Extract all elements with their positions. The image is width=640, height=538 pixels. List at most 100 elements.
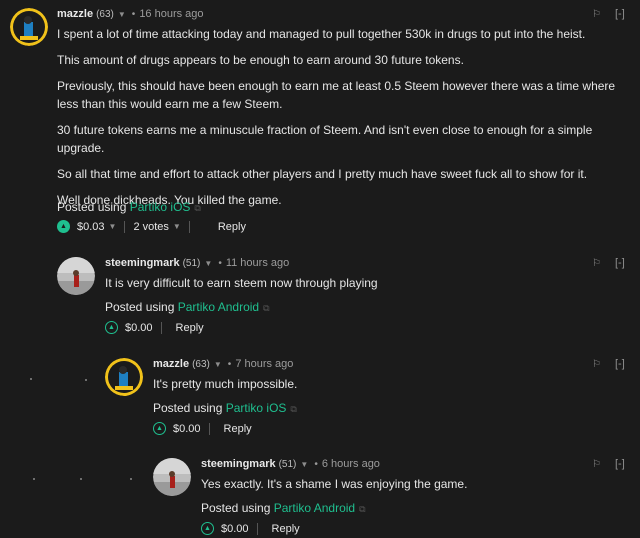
comment-body: It's pretty much impossible. <box>153 375 623 401</box>
reputation: (63) <box>192 358 210 370</box>
external-link-icon: ⧉ <box>263 303 270 313</box>
comment-header: mazzle (63) ▼ • 16 hours ago <box>57 6 204 22</box>
background-dot <box>85 379 87 381</box>
timestamp[interactable]: 16 hours ago <box>139 8 203 20</box>
avatar[interactable] <box>10 8 48 46</box>
comment-body: Yes exactly. It's a shame I was enjoying… <box>201 475 626 501</box>
caret-down-icon[interactable]: ▼ <box>109 222 117 231</box>
comment: mazzle (63) ▼ • 16 hours ago ⚐ [-] I spen… <box>10 6 635 246</box>
comment-footer: ▲ $0.00 Reply <box>105 321 204 334</box>
posted-using: Posted using Partiko iOS ⧉ <box>153 401 297 415</box>
collapse-button[interactable]: [-] <box>615 257 625 269</box>
collapse-button[interactable]: [-] <box>615 458 625 470</box>
divider <box>188 220 190 233</box>
external-link-icon: ⧉ <box>359 504 366 514</box>
comment-tools: ⚐ [-] <box>592 8 625 20</box>
separator-dot: • <box>218 257 222 269</box>
posted-using: Posted using Partiko Android ⧉ <box>201 501 366 515</box>
comment: mazzle (63) ▼ • 7 hours ago ⚐ [-] It's pr… <box>105 356 635 441</box>
comment-header: steemingmark (51) ▼ • 6 hours ago <box>201 456 380 472</box>
app-link[interactable]: Partiko iOS <box>226 401 287 415</box>
comment-paragraph: I spent a lot of time attacking today an… <box>57 27 586 41</box>
author-name[interactable]: steemingmark <box>105 257 180 269</box>
comment-paragraph: Yes exactly. It's a shame I was enjoying… <box>201 477 468 491</box>
comment-tools: ⚐ [-] <box>592 257 625 269</box>
payout-value[interactable]: $0.00 <box>221 523 249 535</box>
comment-paragraph: 30 future tokens earns me a minuscule fr… <box>57 123 593 155</box>
caret-down-icon[interactable]: ▼ <box>118 10 126 19</box>
background-dot <box>130 478 132 480</box>
upvote-icon[interactable]: ▲ <box>153 422 166 435</box>
app-link[interactable]: Partiko Android <box>178 300 259 314</box>
posted-label: Posted using <box>57 200 130 214</box>
caret-down-icon[interactable]: ▼ <box>173 222 181 231</box>
avatar[interactable] <box>105 358 143 396</box>
posted-using: Posted using Partiko Android ⧉ <box>105 300 270 314</box>
comment-thread: mazzle (63) ▼ • 16 hours ago ⚐ [-] I spen… <box>0 0 640 538</box>
timestamp[interactable]: 11 hours ago <box>226 257 289 269</box>
comment-footer: ▲ $0.00 Reply <box>153 422 252 435</box>
upvote-icon[interactable]: ▲ <box>57 220 70 233</box>
comment-paragraph: This amount of drugs appears to be enoug… <box>57 53 464 67</box>
app-link[interactable]: Partiko iOS <box>130 200 191 214</box>
app-link[interactable]: Partiko Android <box>274 501 355 515</box>
caret-down-icon[interactable]: ▼ <box>204 259 212 268</box>
comment-paragraph: It is very difficult to earn steem now t… <box>105 276 378 290</box>
divider <box>208 422 210 435</box>
caret-down-icon[interactable]: ▼ <box>214 360 222 369</box>
comment-paragraph: Previously, this should have been enough… <box>57 79 616 111</box>
separator-dot: • <box>131 8 136 20</box>
reputation: (63) <box>96 8 114 20</box>
comment-body: It is very difficult to earn steem now t… <box>105 274 625 300</box>
comment-paragraph: It's pretty much impossible. <box>153 377 298 391</box>
author-name[interactable]: mazzle <box>153 358 189 370</box>
background-dot <box>30 378 32 380</box>
payout-value[interactable]: $0.03 <box>77 221 105 233</box>
divider <box>124 220 126 233</box>
comment-tools: ⚐ [-] <box>592 358 625 370</box>
reputation: (51) <box>278 458 297 470</box>
flag-icon[interactable]: ⚐ <box>592 459 601 470</box>
votes-count[interactable]: 2 votes <box>133 221 168 233</box>
posted-label: Posted using <box>105 300 178 314</box>
timestamp[interactable]: 6 hours ago <box>322 458 380 470</box>
flag-icon[interactable]: ⚐ <box>592 258 601 269</box>
comment-header: steemingmark (51) ▼ • 11 hours ago <box>105 255 289 271</box>
separator-dot: • <box>227 358 232 370</box>
reputation: (51) <box>182 257 201 269</box>
timestamp[interactable]: 7 hours ago <box>235 358 293 370</box>
reply-button[interactable]: Reply <box>224 423 252 435</box>
external-link-icon: ⧉ <box>290 404 297 414</box>
comment: steemingmark (51) ▼ • 6 hours ago ⚐ [-] Y… <box>153 456 635 538</box>
comment-tools: ⚐ [-] <box>592 458 625 470</box>
reply-button[interactable]: Reply <box>176 322 204 334</box>
payout-value[interactable]: $0.00 <box>173 423 201 435</box>
divider <box>256 522 258 535</box>
avatar[interactable] <box>153 458 191 496</box>
caret-down-icon[interactable]: ▼ <box>300 460 308 469</box>
author-name[interactable]: mazzle <box>57 8 93 20</box>
posted-label: Posted using <box>201 501 274 515</box>
posted-label: Posted using <box>153 401 226 415</box>
background-dot <box>80 478 82 480</box>
upvote-icon[interactable]: ▲ <box>105 321 118 334</box>
flag-icon[interactable]: ⚐ <box>592 9 601 20</box>
reply-button[interactable]: Reply <box>218 221 246 233</box>
external-link-icon: ⧉ <box>194 203 201 213</box>
separator-dot: • <box>314 458 318 470</box>
avatar[interactable] <box>57 257 95 295</box>
posted-using: Posted using Partiko iOS ⧉ <box>57 200 201 214</box>
comment-footer: ▲ $0.03 ▼ 2 votes ▼ Reply <box>57 220 246 233</box>
divider <box>160 321 162 334</box>
upvote-icon[interactable]: ▲ <box>201 522 214 535</box>
comment: steemingmark (51) ▼ • 11 hours ago ⚐ [-] … <box>57 255 635 340</box>
comment-body: I spent a lot of time attacking today an… <box>57 25 635 217</box>
comment-header: mazzle (63) ▼ • 7 hours ago <box>153 356 293 372</box>
reply-button[interactable]: Reply <box>272 523 300 535</box>
collapse-button[interactable]: [-] <box>615 358 625 370</box>
payout-value[interactable]: $0.00 <box>125 322 153 334</box>
author-name[interactable]: steemingmark <box>201 458 276 470</box>
flag-icon[interactable]: ⚐ <box>592 359 601 370</box>
collapse-button[interactable]: [-] <box>615 8 625 20</box>
comment-paragraph: So all that time and effort to attack ot… <box>57 167 588 181</box>
